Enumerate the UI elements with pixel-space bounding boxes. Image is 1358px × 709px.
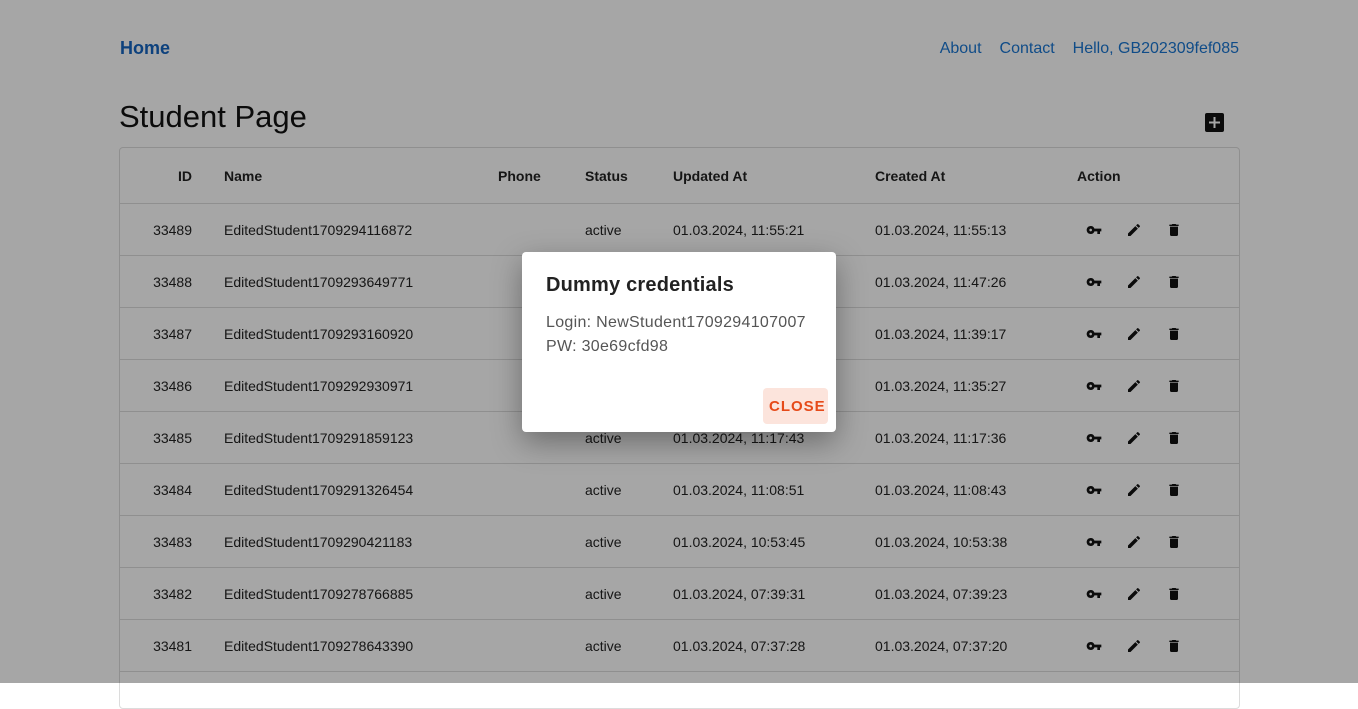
credentials-dialog: Dummy credentials Login: NewStudent17092… [522, 252, 836, 432]
close-button[interactable]: CLOSE [763, 388, 828, 424]
dialog-title: Dummy credentials [546, 274, 734, 296]
dialog-login-text: Login: NewStudent1709294107007 [546, 314, 806, 331]
dialog-password-text: PW: 30e69cfd98 [546, 338, 669, 355]
